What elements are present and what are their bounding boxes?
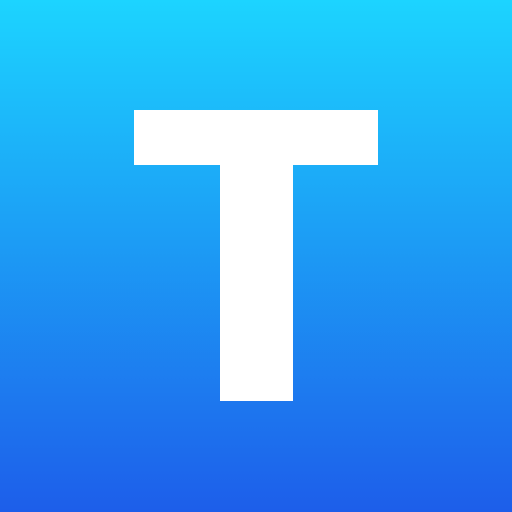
app-icon[interactable]: [0, 0, 512, 512]
letter-t-stem: [220, 160, 293, 401]
letter-t-crossbar: [134, 110, 378, 165]
letter-t-logo-icon: [0, 0, 512, 512]
